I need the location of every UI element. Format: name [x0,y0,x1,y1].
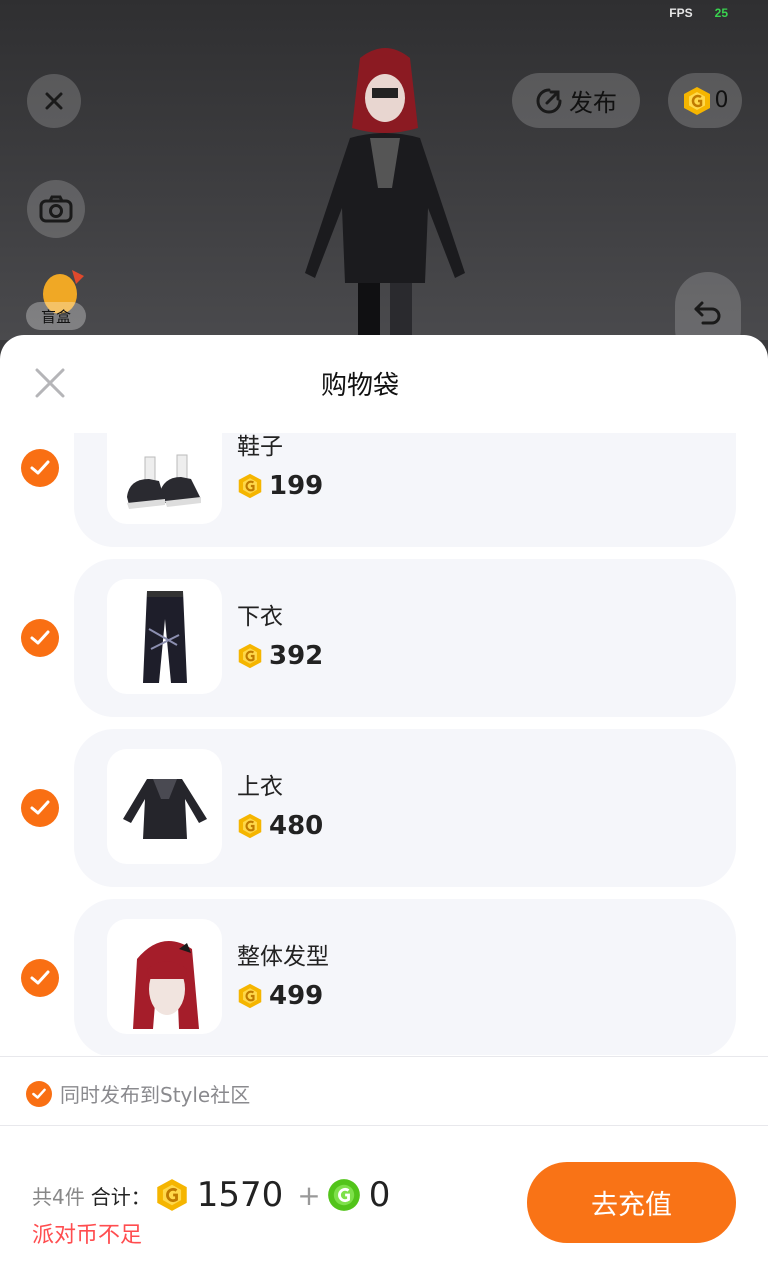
shopping-bag-sheet: 购物袋 鞋子 199 下衣 392 上衣 480 整体发型 499 同时发布到S… [0,335,768,1280]
item-price: 499 [237,981,323,1011]
item-name: 上衣 [237,774,283,800]
item-price: 199 [237,471,323,501]
coin-balance-value: 0 [714,88,729,113]
avatar-figure [305,48,465,340]
shoes-thumbnail [107,433,222,524]
close-scene-button[interactable] [27,74,81,128]
gold-coin-icon [238,643,262,669]
divider [0,1125,768,1126]
gold-coin-icon [157,1179,187,1211]
cart-item[interactable]: 鞋子 199 [0,433,768,547]
hoodie-thumbnail [107,749,222,864]
blind-box-label: 盲盒 [26,302,86,330]
sheet-title: 购物袋 [320,371,399,401]
divider [0,1056,768,1057]
item-card[interactable]: 下衣 392 [74,559,736,717]
order-summary: 共4件 合计： 1570 + 0 派对币不足 [32,1175,398,1249]
gold-total: 1570 [196,1175,284,1215]
item-name: 鞋子 [237,434,283,460]
undo-icon [694,301,721,325]
item-name: 下衣 [237,604,283,630]
plus-sign: + [297,1178,321,1212]
green-coin-icon [327,1179,360,1211]
gold-coin-icon [683,86,710,115]
item-price: 480 [237,811,323,841]
total-label: 合计： [90,1184,151,1209]
blind-box-button[interactable]: 盲盒 [26,262,86,332]
item-checkbox[interactable] [21,449,59,487]
publish-label: 发布 [569,89,617,117]
pants-thumbnail [107,579,222,694]
item-card[interactable]: 整体发型 499 [74,899,736,1055]
gold-coin-icon [238,813,262,839]
item-name: 整体发型 [237,944,329,970]
insufficient-balance-warning: 派对币不足 [32,1223,143,1248]
camera-button[interactable] [27,180,85,238]
cart-item[interactable]: 上衣 480 [0,729,768,887]
close-icon [45,92,63,110]
checkmark-icon [30,970,50,985]
fps-counter: FPS 25 [669,6,728,20]
item-checkbox[interactable] [21,789,59,827]
avatar-scene[interactable]: FPS 25 盲盒 发布 0 [0,0,768,340]
cart-item[interactable]: 整体发型 499 [0,899,768,1055]
item-checkbox[interactable] [21,959,59,997]
item-count: 共4件 [32,1184,85,1209]
item-checkbox[interactable] [21,619,59,657]
gold-coin-icon [238,473,262,499]
publish-icon [536,88,562,113]
recharge-button[interactable]: 去充值 [527,1162,736,1243]
publish-option-label: 同时发布到Style社区 [60,1083,251,1107]
publish-checkbox[interactable] [26,1080,52,1107]
publish-to-community-option[interactable]: 同时发布到Style社区 [26,1079,250,1108]
publish-button[interactable]: 发布 [512,73,640,128]
item-price: 392 [237,641,323,671]
checkmark-icon [30,630,50,645]
item-card[interactable]: 鞋子 199 [74,433,736,547]
item-card[interactable]: 上衣 480 [74,729,736,887]
checkmark-icon [30,460,50,475]
undo-button[interactable] [675,272,741,340]
cart-item[interactable]: 下衣 392 [0,559,768,717]
gold-coin-icon [238,983,262,1009]
cart-item-list[interactable]: 鞋子 199 下衣 392 上衣 480 整体发型 499 [0,433,768,1055]
camera-icon [39,195,73,223]
checkmark-icon [32,1088,46,1099]
coin-balance-button[interactable]: 0 [668,73,742,128]
hairstyle-thumbnail [107,919,222,1034]
green-total: 0 [368,1175,391,1215]
checkmark-icon [30,800,50,815]
